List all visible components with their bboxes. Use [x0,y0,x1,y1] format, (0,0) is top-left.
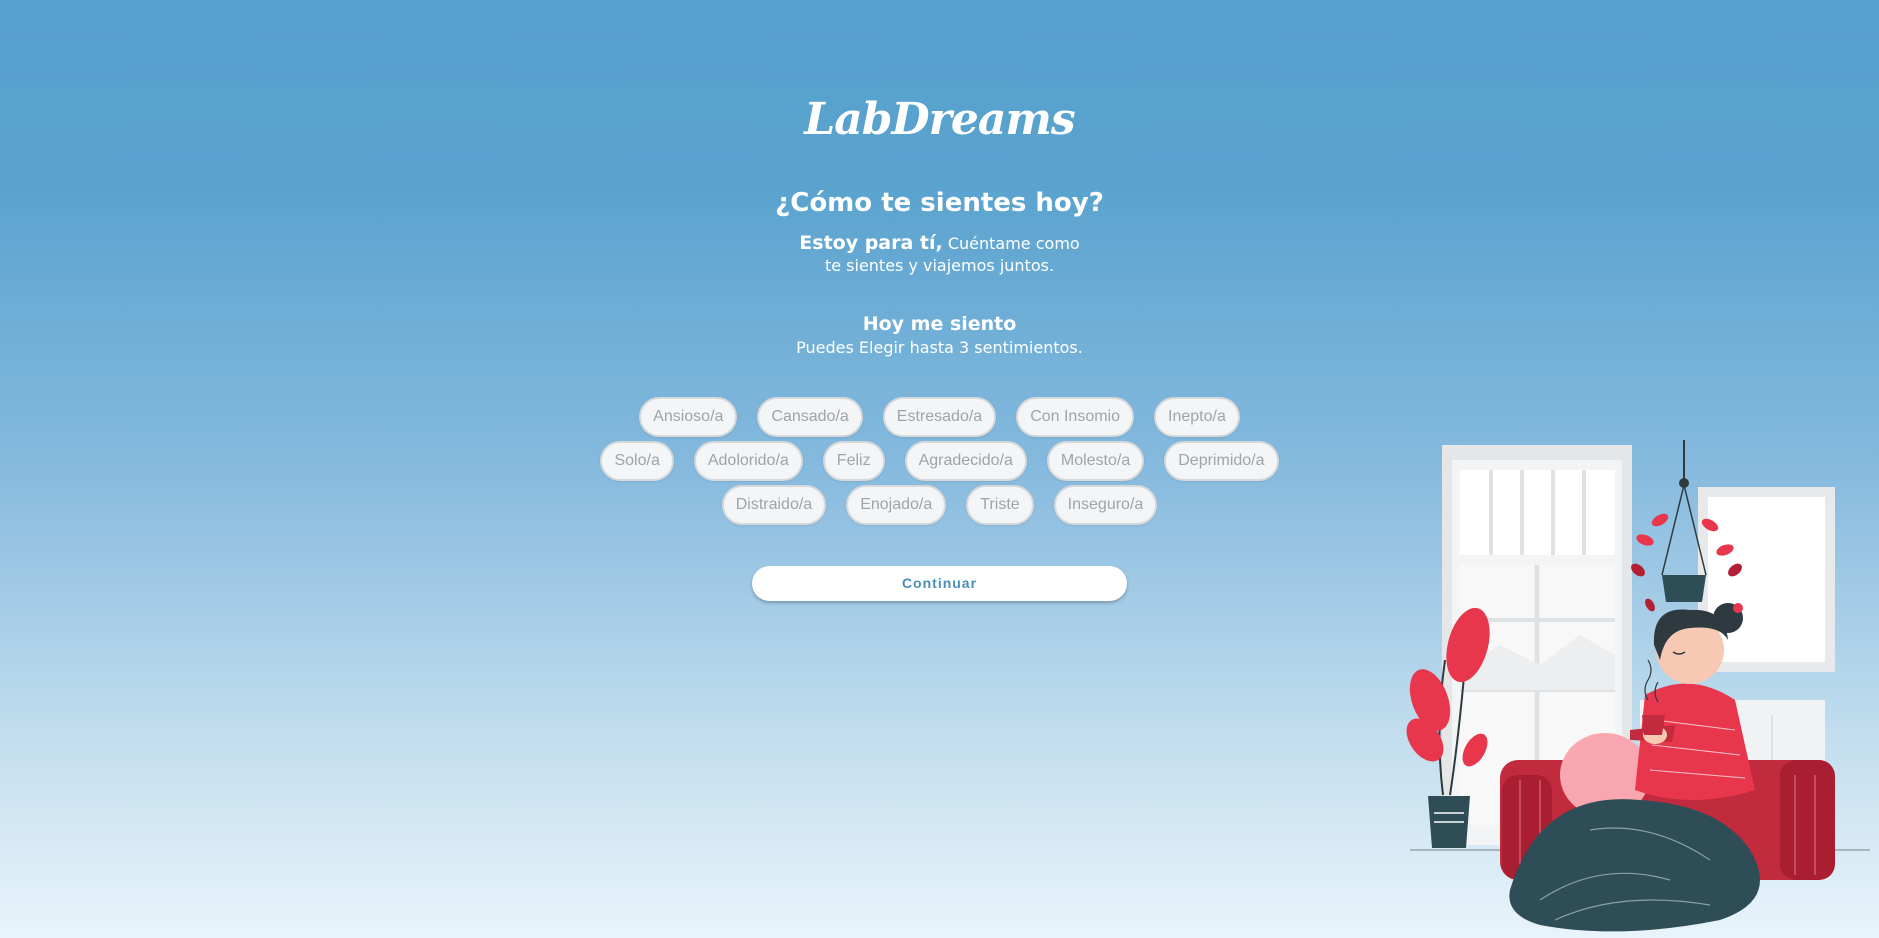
feeling-chip-cansado[interactable]: Cansado/a [757,397,863,437]
page-title: ¿Cómo te sientes hoy? [775,188,1104,218]
intro-line1-rest: Cuéntame como [947,234,1080,253]
continue-button[interactable]: Continuar [752,566,1127,601]
feeling-chip-enojado[interactable]: Enojado/a [846,485,947,525]
feeling-chip-ansioso[interactable]: Ansioso/a [639,397,738,437]
feeling-chip-distraido[interactable]: Distraido/a [721,485,827,525]
feelings-note: Puedes Elegir hasta 3 sentimientos. [796,338,1083,357]
feeling-chip-solo[interactable]: Solo/a [600,441,674,481]
intro-text: Estoy para tí, Cuéntame como te sientes … [0,232,1879,277]
feeling-chip-molesto[interactable]: Molesto/a [1046,441,1145,481]
feeling-chip-feliz[interactable]: Feliz [822,441,885,481]
feeling-chip-adolorido[interactable]: Adolorido/a [693,441,803,481]
feelings-heading: Hoy me siento [862,313,1017,335]
intro-strong: Estoy para tí, [799,232,943,254]
feeling-chip-inseguro[interactable]: Inseguro/a [1053,485,1158,525]
feeling-chip-inepto[interactable]: Inepto/a [1154,397,1240,437]
labdreams-logo: LabDreams [804,94,1075,145]
feeling-chip-triste[interactable]: Triste [966,485,1034,525]
intro-line2: te sientes y viajemos juntos. [824,256,1055,275]
feeling-chip-deprimido[interactable]: Deprimido/a [1164,441,1279,481]
feeling-chip-estresado[interactable]: Estresado/a [882,397,997,437]
feeling-chip-con-insomio[interactable]: Con Insomio [1016,397,1135,437]
feeling-chip-agradecido[interactable]: Agradecido/a [904,441,1027,481]
woman-relaxing-illustration [1406,440,1870,932]
